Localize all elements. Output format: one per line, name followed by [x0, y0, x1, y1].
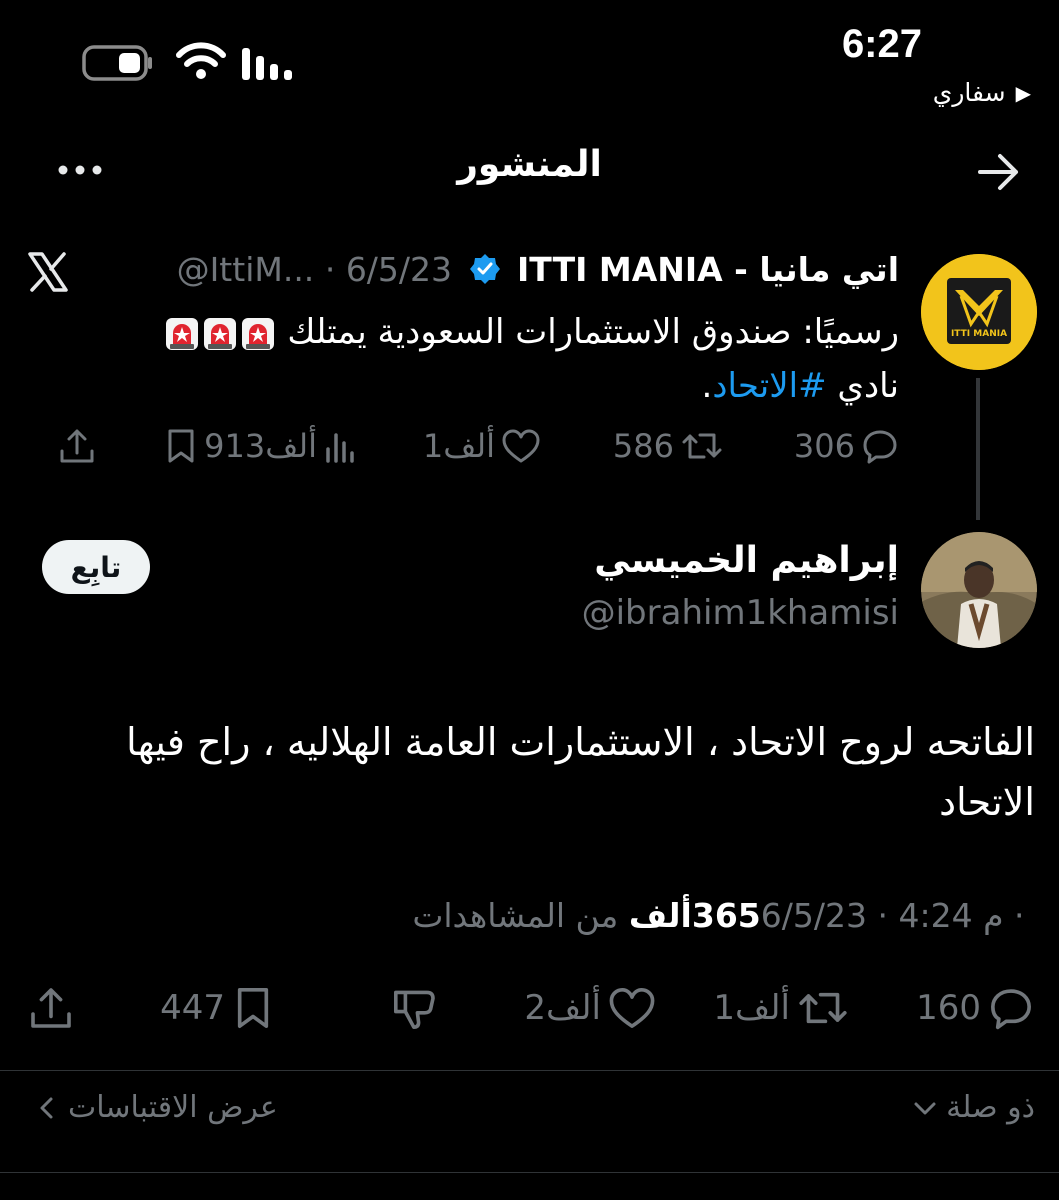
- quoted-handle: @IttiM...: [176, 250, 315, 289]
- divider: [0, 1172, 1059, 1173]
- profile-photo-icon: [921, 532, 1037, 648]
- quoted-text-period: .: [701, 366, 713, 406]
- main-author-name[interactable]: إبراهيم الخميسي: [594, 540, 899, 581]
- quoted-repost-button[interactable]: 586: [613, 418, 724, 474]
- like-count: 2ألف: [524, 988, 601, 1028]
- reply-icon: [863, 430, 897, 464]
- main-tweet-text: الفاتحه لروح الاتحاد ، الاستثمارات العام…: [126, 720, 1035, 824]
- svg-text:ITTI MANIA: ITTI MANIA: [951, 329, 1007, 339]
- chevron-down-icon: [914, 1102, 936, 1114]
- reply-count: 160: [916, 988, 981, 1028]
- share-icon: [31, 988, 71, 1028]
- view-count[interactable]: 365ألف: [629, 896, 761, 935]
- back-app-label: سفاري: [932, 78, 1006, 107]
- quoted-text-line2: نادي: [826, 366, 899, 406]
- like-button[interactable]: 2ألف: [524, 978, 657, 1038]
- views-chart-icon: [326, 433, 354, 463]
- heart-icon: [609, 988, 655, 1028]
- quoted-repost-count: 586: [612, 427, 674, 465]
- arrow-right-icon: [978, 154, 1018, 190]
- relevant-label: ذو صلة: [946, 1090, 1035, 1125]
- quoted-share-button[interactable]: [57, 418, 97, 474]
- heart-icon: [502, 429, 540, 463]
- bookmark-button[interactable]: 447: [144, 978, 275, 1038]
- quoted-text-main: رسميًا: صندوق الاستثمارات السعودية يمتلك: [287, 312, 899, 352]
- siren-icon: [203, 317, 237, 351]
- quoted-view-count: 913ألف: [204, 427, 317, 465]
- thumbs-down-icon: [394, 990, 435, 1029]
- tweet-meta: 6/5/23 · 4:24 م · 365ألف من المشاهدات: [412, 896, 1035, 935]
- share-icon: [60, 429, 94, 463]
- quoted-action-bar: 306 586 1ألف 913ألف: [24, 418, 899, 474]
- dislike-button[interactable]: [391, 978, 439, 1038]
- relevant-sort-dropdown[interactable]: ذو صلة: [912, 1090, 1035, 1125]
- main-action-bar: 160 1ألف 2ألف 447: [24, 978, 1035, 1038]
- back-to-safari-link[interactable]: ▶ سفاري: [933, 78, 1031, 107]
- quoted-like-count: 1ألف: [422, 427, 495, 465]
- hashtag-link[interactable]: #الاتحاد: [712, 366, 826, 406]
- bookmark-icon: [168, 429, 194, 463]
- page-title: المنشور: [457, 144, 602, 185]
- quoted-bookmark-button[interactable]: [163, 418, 199, 474]
- quoted-author-name[interactable]: اتي مانيا - ITTI MANIA: [517, 250, 899, 289]
- siren-icon: [241, 317, 275, 351]
- divider: [0, 1070, 1059, 1071]
- siren-icon: [165, 317, 199, 351]
- reply-icon: [991, 989, 1031, 1030]
- back-button[interactable]: [974, 150, 1024, 194]
- verified-badge-icon: [469, 253, 501, 285]
- quoted-views-button[interactable]: 913ألف: [204, 418, 359, 474]
- quoted-like-button[interactable]: 1ألف: [423, 418, 541, 474]
- battery-icon: [82, 45, 154, 81]
- thread-connector: [976, 378, 980, 520]
- quoted-reply-count: 306: [793, 427, 855, 465]
- main-author-handle[interactable]: @ibrahim1khamisi: [582, 593, 899, 633]
- repost-icon: [799, 992, 847, 1024]
- itti-mania-logo-icon: ITTI MANIA: [921, 254, 1037, 370]
- quoted-avatar[interactable]: ITTI MANIA: [921, 254, 1037, 370]
- tweet-date: 6/5/23: [760, 896, 867, 935]
- x-logo-icon: [27, 252, 69, 292]
- play-triangle-icon: ▶: [1015, 80, 1031, 105]
- repost-icon: [682, 433, 722, 459]
- quotes-label: عرض الاقتباسات: [68, 1090, 278, 1125]
- quoted-reply-button[interactable]: 306: [794, 418, 899, 474]
- separator-dot: ·: [324, 250, 336, 289]
- views-label: من المشاهدات: [412, 896, 619, 935]
- main-avatar[interactable]: [921, 532, 1037, 648]
- chevron-left-icon: [40, 1097, 53, 1118]
- bookmark-count: 447: [160, 988, 225, 1028]
- signal-icon: [240, 48, 298, 80]
- view-quotes-link[interactable]: عرض الاقتباسات: [36, 1090, 278, 1125]
- follow-button[interactable]: تابِع: [42, 540, 150, 594]
- reply-button[interactable]: 160: [916, 978, 1035, 1038]
- wifi-icon: [176, 42, 226, 80]
- quoted-text: رسميًا: صندوق الاستثمارات السعودية يمتلك…: [59, 305, 899, 413]
- status-time: 6:27: [841, 22, 922, 66]
- repost-button[interactable]: 1ألف: [713, 978, 850, 1038]
- tweet-time: 4:24 م: [898, 896, 1004, 935]
- bookmark-icon: [237, 988, 269, 1028]
- share-button[interactable]: [27, 978, 75, 1038]
- quoted-date: 6/5/23: [345, 250, 453, 289]
- repost-count: 1ألف: [713, 988, 790, 1028]
- quoted-header: اتي مانيا - ITTI MANIA @IttiM... · 6/5/2…: [177, 250, 899, 289]
